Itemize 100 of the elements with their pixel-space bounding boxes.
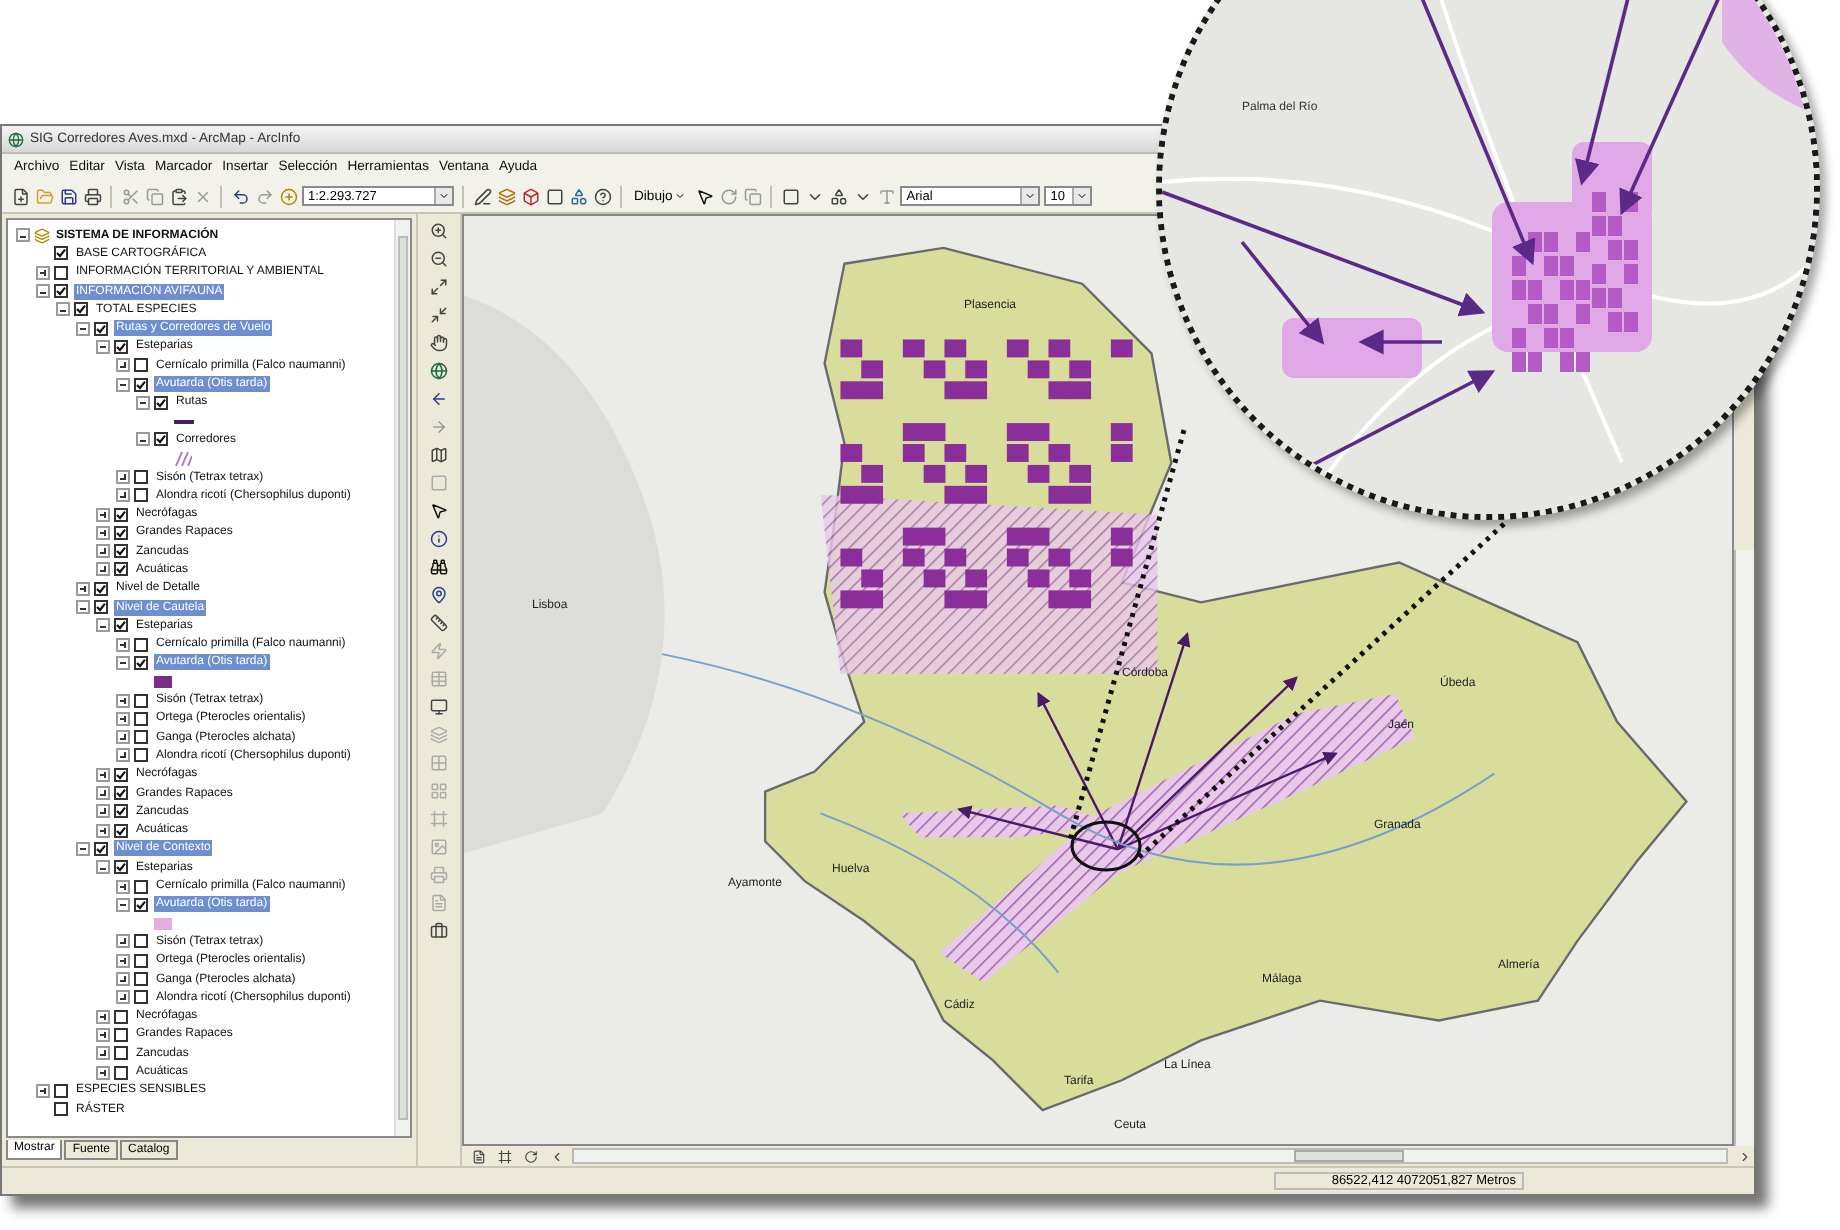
- checkbox[interactable]: [114, 1065, 128, 1079]
- checkbox[interactable]: [54, 1102, 68, 1117]
- expand-icon[interactable]: [96, 804, 110, 819]
- shapes-icon[interactable]: [568, 185, 588, 207]
- expand-icon[interactable]: [116, 990, 130, 1005]
- expand-icon[interactable]: [116, 358, 130, 373]
- checkbox[interactable]: [114, 1046, 128, 1061]
- shapes-icon[interactable]: [828, 185, 849, 207]
- dropdown-arrow-icon[interactable]: [434, 188, 452, 204]
- help-icon[interactable]: [592, 185, 612, 207]
- checkbox[interactable]: [114, 860, 128, 875]
- collapse-icon[interactable]: [96, 860, 110, 875]
- collapse-icon[interactable]: [96, 339, 110, 354]
- checkbox[interactable]: [134, 934, 148, 949]
- checkbox[interactable]: [154, 395, 168, 410]
- expand-icon[interactable]: [96, 525, 110, 540]
- checkbox[interactable]: [134, 637, 148, 652]
- checkbox[interactable]: [114, 618, 128, 633]
- expand-icon[interactable]: [96, 507, 110, 522]
- checkbox[interactable]: [134, 972, 148, 987]
- zoom-out-icon[interactable]: [429, 248, 449, 270]
- expand-icon[interactable]: [96, 1046, 110, 1061]
- expand-icon[interactable]: [96, 1065, 110, 1079]
- expand-icon[interactable]: [116, 470, 130, 484]
- checkbox[interactable]: [54, 265, 68, 280]
- collapse-icon[interactable]: [116, 655, 130, 670]
- shrink-arrows-icon[interactable]: [429, 304, 449, 326]
- zoom-in-icon[interactable]: [429, 220, 449, 242]
- monitor-icon[interactable]: [429, 696, 449, 718]
- checkbox[interactable]: [94, 321, 108, 336]
- map-icon[interactable]: [429, 444, 449, 466]
- paste-icon[interactable]: [168, 185, 188, 207]
- expand-icon[interactable]: [116, 711, 130, 726]
- checkbox[interactable]: [114, 804, 128, 819]
- collapse-icon[interactable]: [56, 302, 70, 317]
- toolbox-icon[interactable]: [520, 185, 540, 207]
- editor-icon[interactable]: [472, 185, 492, 207]
- globe-icon[interactable]: [429, 360, 449, 382]
- scrollbar[interactable]: [1734, 550, 1754, 1146]
- print-icon[interactable]: [82, 185, 102, 207]
- checkbox[interactable]: [114, 1009, 128, 1024]
- data-view-icon[interactable]: [468, 1145, 488, 1167]
- expand-icon[interactable]: [96, 767, 110, 782]
- expand-icon[interactable]: [116, 953, 130, 968]
- layers-icon[interactable]: [496, 185, 516, 207]
- expand-icon[interactable]: [36, 265, 50, 280]
- checkbox[interactable]: [114, 544, 128, 559]
- checkbox[interactable]: [134, 470, 148, 484]
- binoculars-icon[interactable]: [429, 556, 449, 578]
- expand-icon[interactable]: [116, 488, 130, 503]
- checkbox[interactable]: [114, 786, 128, 801]
- hand-icon[interactable]: [429, 332, 449, 354]
- checkbox[interactable]: [114, 562, 128, 577]
- checkbox[interactable]: [114, 823, 128, 838]
- checkbox[interactable]: [134, 693, 148, 708]
- checkbox[interactable]: [54, 246, 68, 261]
- expand-icon[interactable]: [96, 1027, 110, 1042]
- expand-icon[interactable]: [96, 544, 110, 559]
- checkbox[interactable]: [134, 953, 148, 968]
- expand-icon[interactable]: [116, 693, 130, 708]
- expand-icon[interactable]: [116, 748, 130, 763]
- new-file-icon[interactable]: [10, 185, 30, 207]
- scrollbar[interactable]: [572, 1148, 1728, 1164]
- collapse-icon[interactable]: [76, 841, 90, 856]
- checkbox[interactable]: [54, 1083, 68, 1098]
- checkbox[interactable]: [54, 284, 68, 299]
- collapse-icon[interactable]: [16, 228, 30, 243]
- checkbox[interactable]: [134, 748, 148, 763]
- expand-icon[interactable]: [96, 823, 110, 838]
- refresh-icon[interactable]: [520, 1145, 540, 1167]
- checkbox[interactable]: [134, 377, 148, 392]
- expand-icon[interactable]: [36, 1083, 50, 1098]
- expand-arrows-icon[interactable]: [429, 276, 449, 298]
- ruler-icon[interactable]: [429, 612, 449, 634]
- add-data-icon[interactable]: [278, 185, 298, 207]
- scrollbar[interactable]: [394, 220, 410, 1136]
- pointer-icon[interactable]: [429, 500, 449, 522]
- collapse-icon[interactable]: [136, 432, 150, 447]
- checkbox[interactable]: [114, 525, 128, 540]
- expand-icon[interactable]: [96, 1009, 110, 1024]
- checkbox[interactable]: [134, 488, 148, 503]
- pin-icon[interactable]: [429, 584, 449, 606]
- checkbox[interactable]: [134, 730, 148, 745]
- collapse-icon[interactable]: [116, 377, 130, 392]
- checkbox[interactable]: [114, 767, 128, 782]
- expand-icon[interactable]: [96, 562, 110, 577]
- collapse-icon[interactable]: [76, 600, 90, 615]
- expand-icon[interactable]: [116, 879, 130, 894]
- checkbox[interactable]: [94, 600, 108, 615]
- collapse-icon[interactable]: [76, 321, 90, 336]
- checkbox[interactable]: [94, 581, 108, 596]
- checkbox[interactable]: [154, 432, 168, 447]
- checkbox[interactable]: [134, 711, 148, 726]
- undo-icon[interactable]: [230, 185, 250, 207]
- expand-icon[interactable]: [116, 972, 130, 987]
- checkbox[interactable]: [134, 990, 148, 1005]
- pointer-icon[interactable]: [694, 185, 715, 207]
- checkbox[interactable]: [114, 339, 128, 354]
- expand-icon[interactable]: [116, 934, 130, 949]
- checkbox[interactable]: [74, 302, 88, 317]
